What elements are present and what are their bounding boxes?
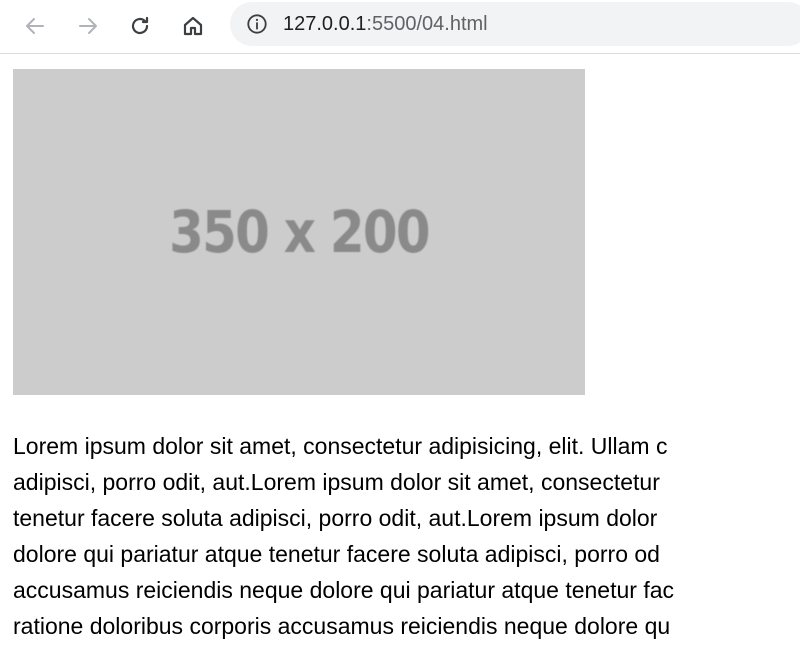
arrow-left-icon [26, 18, 44, 34]
page-content: 350 x 200 Lorem ipsum dolor sit amet, co… [0, 54, 800, 672]
paragraph-line: Lorem ipsum dolor sit amet, consectetur … [13, 433, 668, 459]
placeholder-image: 350 x 200 [13, 69, 585, 395]
paragraph-line: ratione doloribus corporis accusamus rei… [13, 613, 671, 639]
back-button[interactable] [17, 8, 53, 44]
url-host: 127.0.0.1 [283, 13, 367, 35]
paragraph-line: accusamus reiciendis neque dolore qui pa… [13, 577, 675, 603]
paragraph-line: tenetur facere soluta adipisci, porro od… [13, 505, 658, 531]
home-icon [183, 16, 203, 36]
arrow-right-icon [79, 18, 97, 34]
reload-icon [131, 16, 149, 35]
paragraph-line: dolore qui pariatur atque tenetur facere… [13, 541, 660, 567]
placeholder-image-label: 350 x 200 [169, 198, 430, 266]
url-path: :5500/04.html [366, 13, 488, 35]
site-info-icon[interactable] [246, 13, 268, 35]
home-button[interactable] [175, 8, 211, 44]
paragraph-line: adipisci, porro odit, aut.Lorem ipsum do… [13, 469, 660, 495]
lorem-paragraph: Lorem ipsum dolor sit amet, consectetur … [13, 428, 800, 644]
reload-button[interactable] [122, 8, 158, 44]
browser-toolbar: 127.0.0.1:5500/04.html [0, 0, 800, 54]
forward-button[interactable] [70, 8, 106, 44]
address-bar[interactable]: 127.0.0.1:5500/04.html [230, 2, 800, 46]
url-text[interactable]: 127.0.0.1:5500/04.html [283, 13, 488, 35]
